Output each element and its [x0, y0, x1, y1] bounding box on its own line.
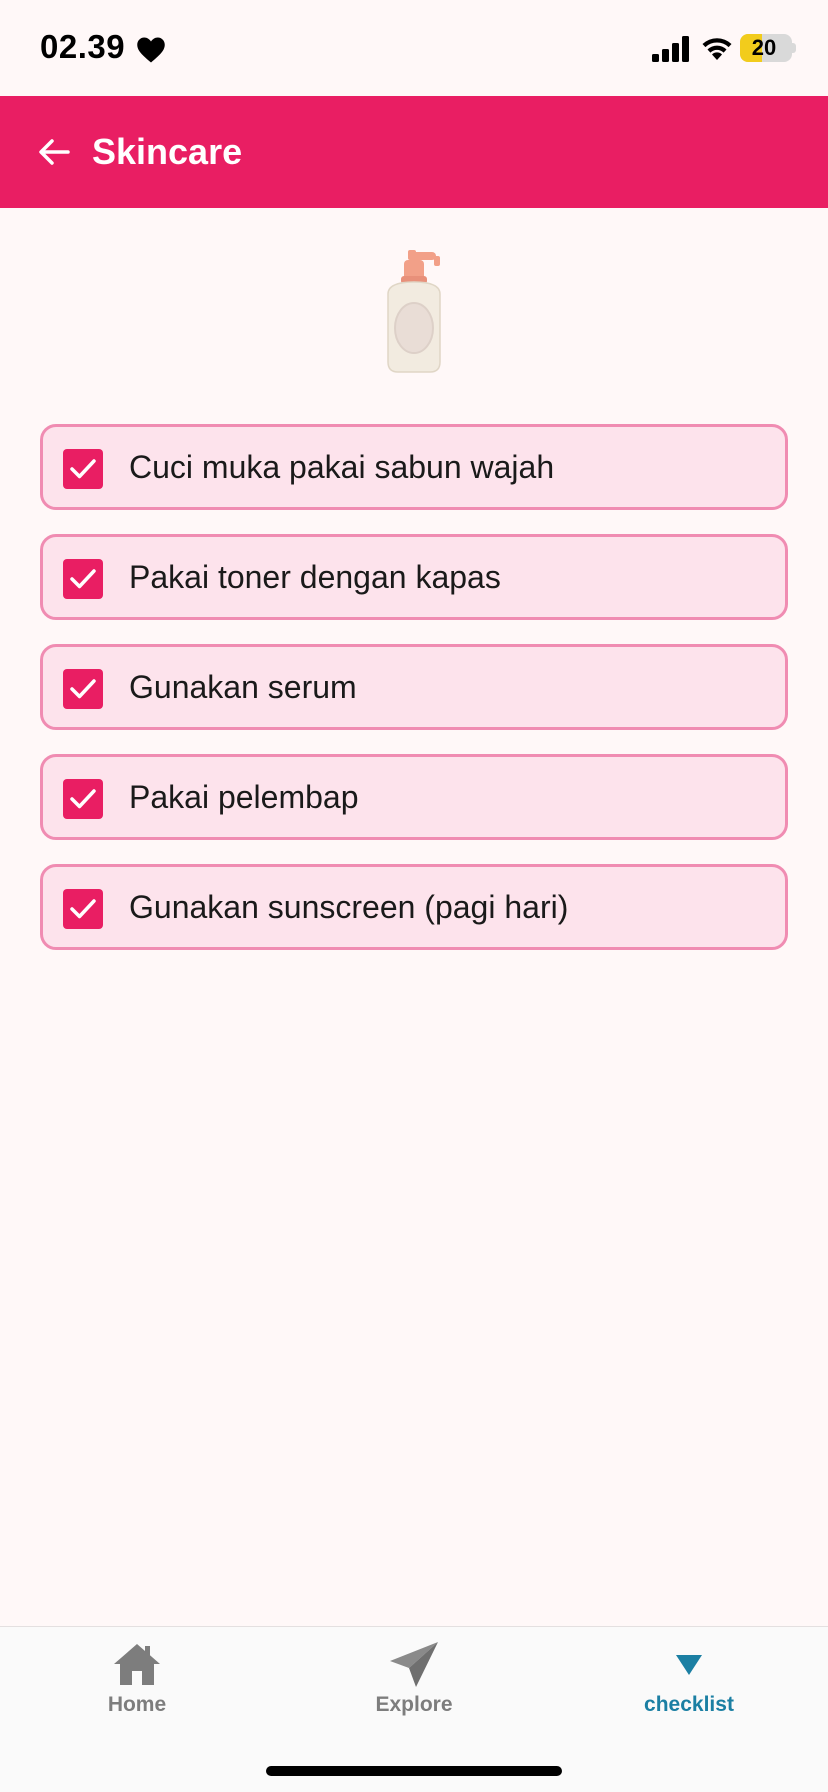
checklist-item[interactable]: Pakai pelembap — [40, 754, 788, 840]
paper-plane-icon — [390, 1642, 438, 1687]
battery-icon: 20 — [740, 34, 792, 62]
checkbox-checked[interactable] — [63, 449, 103, 489]
checklist-item-label: Gunakan serum — [129, 669, 357, 705]
battery-nub — [792, 43, 796, 53]
signal-icon — [652, 36, 689, 62]
checkmark-icon — [70, 679, 96, 699]
nav-label-home: Home — [107, 1693, 167, 1716]
checklist-item-label: Pakai pelembap — [129, 779, 359, 815]
nav-item-explore[interactable]: Explore — [324, 1641, 504, 1741]
nav-item-home[interactable]: Home — [47, 1641, 227, 1741]
checklist-item[interactable]: Cuci muka pakai sabun wajah — [40, 424, 788, 510]
checkbox-checked[interactable] — [63, 669, 103, 709]
checkmark-icon — [70, 459, 96, 479]
checkbox-checked[interactable] — [63, 779, 103, 819]
checkmark-icon — [70, 899, 96, 919]
arrow-left-icon — [39, 139, 70, 165]
checkmark-icon — [70, 569, 96, 589]
app-bar: Skincare — [0, 96, 828, 208]
checkmark-icon — [70, 789, 96, 809]
nav-label-checklist: checklist — [644, 1693, 734, 1716]
heart-icon — [137, 37, 165, 63]
page-title: Skincare — [92, 131, 243, 172]
status-time: 02.39 — [40, 28, 126, 65]
checklist-item[interactable]: Gunakan serum — [40, 644, 788, 730]
skincare-screen: 02.39 20 Skincare Cuci muka pakai sabun … — [0, 0, 828, 1792]
checklist-item-label: Gunakan sunscreen (pagi hari) — [129, 889, 569, 925]
triangle-down-icon — [676, 1655, 702, 1675]
back-button[interactable] — [26, 124, 82, 180]
checkbox-checked[interactable] — [63, 559, 103, 599]
battery-percent: 20 — [751, 35, 777, 60]
home-icon — [114, 1644, 160, 1685]
nav-label-explore: Explore — [375, 1693, 453, 1716]
home-indicator[interactable] — [266, 1766, 562, 1776]
lotion-bottle-icon — [387, 250, 441, 373]
nav-item-checklist[interactable]: checklist — [599, 1641, 779, 1741]
checklist-item-label: Pakai toner dengan kapas — [129, 559, 501, 595]
checklist-item-label: Cuci muka pakai sabun wajah — [129, 449, 555, 485]
wifi-icon — [702, 38, 732, 60]
checkbox-checked[interactable] — [63, 889, 103, 929]
status-bar: 02.39 20 — [0, 0, 828, 96]
checklist-item[interactable]: Pakai toner dengan kapas — [40, 534, 788, 620]
checklist-item[interactable]: Gunakan sunscreen (pagi hari) — [40, 864, 788, 950]
checklist: Cuci muka pakai sabun wajah Pakai toner … — [40, 424, 788, 974]
